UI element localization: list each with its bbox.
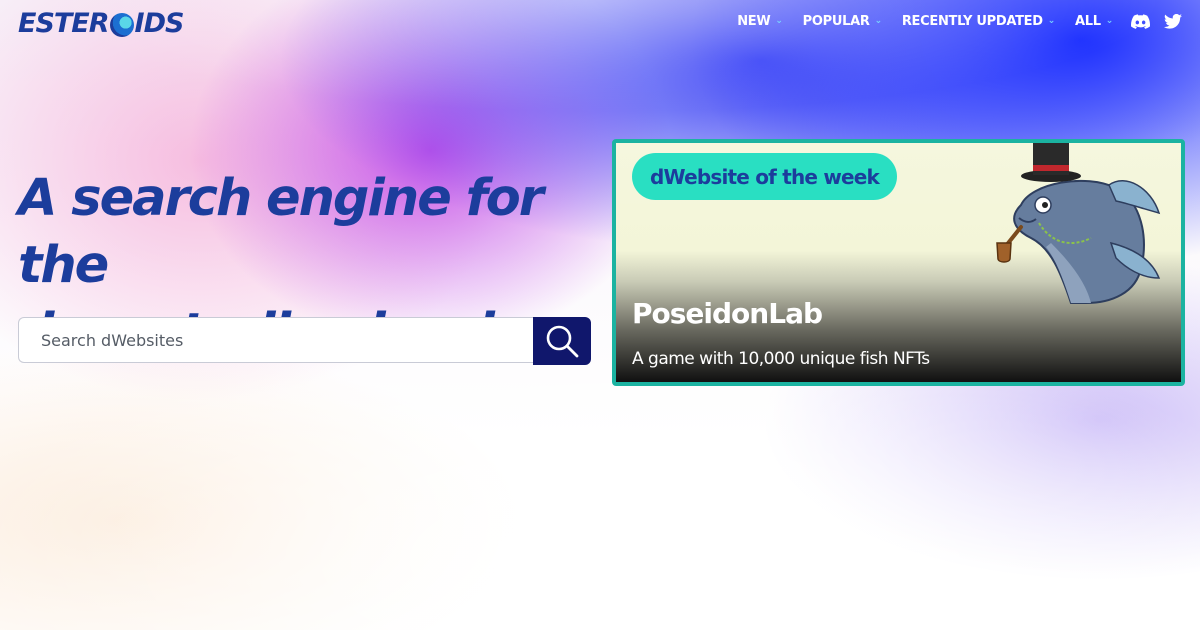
nav-all[interactable]: ALL ⌄ <box>1075 14 1113 29</box>
nav-recently-updated[interactable]: RECENTLY UPDATED ⌄ <box>902 14 1055 29</box>
dwebsite-of-the-week-badge: dWebsite of the week <box>632 153 898 200</box>
discord-icon[interactable] <box>1131 14 1150 29</box>
twitter-icon[interactable] <box>1164 14 1182 29</box>
headline-line-1: A search engine for the <box>18 169 544 295</box>
featured-description: A game with 10,000 unique fish NFTs <box>632 349 930 369</box>
logo-asteroid-icon <box>109 12 134 37</box>
search-input[interactable] <box>18 317 533 363</box>
chevron-down-icon: ⌄ <box>874 15 883 26</box>
search-bar <box>18 317 591 365</box>
logo-text-end: IDS <box>134 8 185 39</box>
nav-popular-label: POPULAR <box>802 14 870 29</box>
esteroids-logo[interactable]: ESTER IDS <box>18 8 185 39</box>
logo-text-start: ESTER <box>18 8 110 39</box>
social-links <box>1131 14 1182 29</box>
nav-new[interactable]: NEW ⌄ <box>737 14 783 29</box>
featured-title: PoseidonLab <box>632 297 823 330</box>
chevron-down-icon: ⌄ <box>775 15 783 26</box>
nav-recently-updated-label: RECENTLY UPDATED <box>901 14 1043 29</box>
search-icon <box>546 325 579 358</box>
chevron-down-icon: ⌄ <box>1047 15 1056 26</box>
featured-dwebsite-card[interactable]: dWebsite of the week PoseidonLab A game … <box>612 139 1185 386</box>
chevron-down-icon: ⌄ <box>1105 15 1114 26</box>
top-nav: NEW ⌄ POPULAR ⌄ RECENTLY UPDATED ⌄ ALL ⌄ <box>737 14 1182 29</box>
fish-mascot-illustration <box>996 143 1161 304</box>
nav-popular[interactable]: POPULAR ⌄ <box>803 14 882 29</box>
nav-all-label: ALL <box>1075 14 1101 29</box>
search-button[interactable] <box>533 317 591 365</box>
nav-new-label: NEW <box>737 14 771 29</box>
